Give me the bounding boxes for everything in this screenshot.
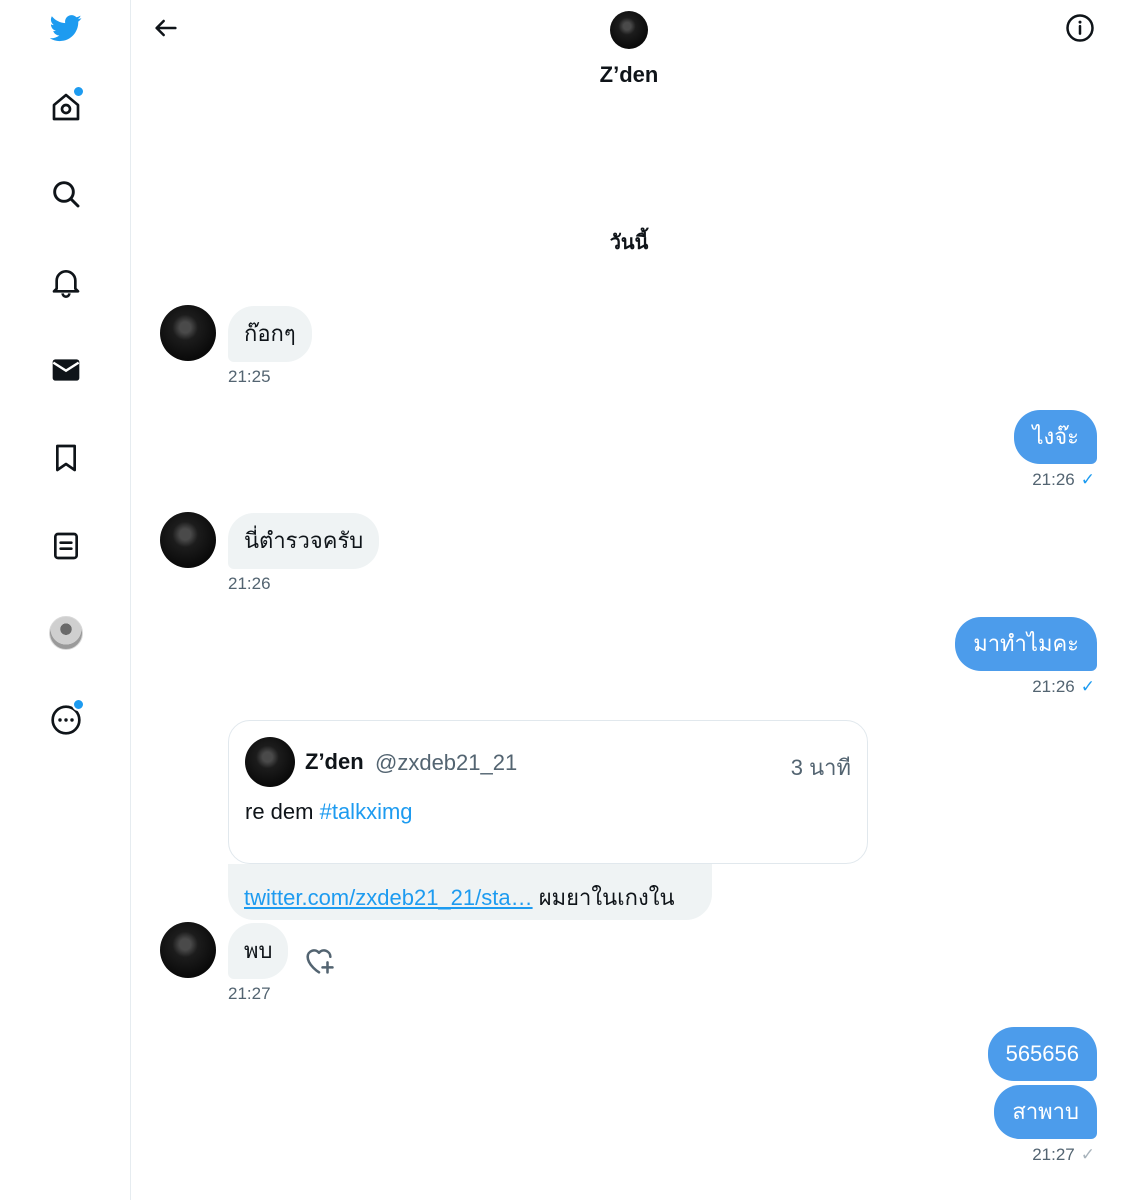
- message-time-value: 21:26: [1032, 677, 1075, 696]
- profile-avatar[interactable]: [40, 607, 92, 659]
- read-check-icon: ✓: [1080, 470, 1095, 489]
- avatar: [49, 616, 83, 650]
- home-icon[interactable]: [40, 81, 92, 133]
- quoted-tweet-card[interactable]: Z’den @zxdeb21_21 3 นาที re dem #talkxim…: [228, 720, 868, 864]
- quoted-tweet-avatar[interactable]: [245, 737, 295, 787]
- message-time: 21:26: [228, 574, 271, 593]
- tweet-link[interactable]: twitter.com/zxdeb21_21/sta…: [244, 885, 533, 910]
- message-time-value: 21:26: [1032, 470, 1075, 489]
- quoted-tweet-body: re dem: [245, 799, 320, 824]
- message-text: ผมยาในเกงใน: [532, 885, 675, 910]
- read-check-icon: ✓: [1080, 677, 1095, 696]
- sender-avatar[interactable]: [160, 922, 216, 978]
- conversation-avatar[interactable]: [610, 11, 648, 49]
- sender-avatar[interactable]: [160, 305, 216, 361]
- message-time: 21:26 ✓: [1032, 677, 1095, 697]
- message-bubble-incoming: twitter.com/zxdeb21_21/sta… ผมยาในเกงใน: [228, 864, 712, 920]
- search-icon[interactable]: [40, 168, 92, 220]
- quoted-tweet-name[interactable]: Z’den: [305, 749, 364, 775]
- message-bubble-incoming[interactable]: พบ: [228, 923, 289, 979]
- sent-check-icon: ✓: [1080, 1145, 1095, 1164]
- quoted-tweet-age: 3 นาที: [790, 755, 851, 780]
- notification-dot: [72, 698, 85, 711]
- conversation-name[interactable]: Z’den: [529, 62, 729, 88]
- message-bubble-incoming[interactable]: ก๊อกๆ: [228, 306, 312, 362]
- message-bubble-outgoing[interactable]: 565656: [987, 1027, 1097, 1081]
- mail-icon[interactable]: [40, 344, 92, 396]
- message-time: 21:25: [228, 367, 271, 386]
- bell-icon[interactable]: [40, 256, 92, 308]
- message-bubble-outgoing[interactable]: ไงจ๊ะ: [1014, 410, 1097, 464]
- bookmark-icon[interactable]: [40, 432, 92, 484]
- message-bubble-incoming[interactable]: นี่ตำรวจครับ: [228, 513, 380, 569]
- quoted-tweet-handle[interactable]: @zxdeb21_21: [375, 750, 517, 776]
- hashtag-link[interactable]: #talkximg: [320, 799, 413, 824]
- info-icon[interactable]: [1060, 8, 1100, 48]
- message-time: 21:27: [228, 984, 271, 1003]
- sender-avatar[interactable]: [160, 512, 216, 568]
- day-divider: วันนี้: [609, 232, 649, 254]
- back-arrow-icon[interactable]: [146, 8, 186, 48]
- message-time: 21:26 ✓: [1032, 470, 1095, 490]
- message-time: 21:27 ✓: [1032, 1145, 1095, 1165]
- message-time-value: 21:27: [1032, 1145, 1075, 1164]
- sidebar-nav: [0, 0, 131, 1200]
- twitter-logo-icon[interactable]: [40, 2, 92, 54]
- heart-add-icon[interactable]: [302, 944, 336, 978]
- more-icon[interactable]: [40, 694, 92, 746]
- message-bubble-outgoing[interactable]: สาพาบ: [994, 1085, 1097, 1139]
- lists-icon[interactable]: [40, 520, 92, 572]
- quoted-tweet-text: re dem #talkximg: [245, 799, 413, 825]
- message-bubble-outgoing[interactable]: มาทำไมคะ: [955, 617, 1097, 671]
- notification-dot: [72, 85, 85, 98]
